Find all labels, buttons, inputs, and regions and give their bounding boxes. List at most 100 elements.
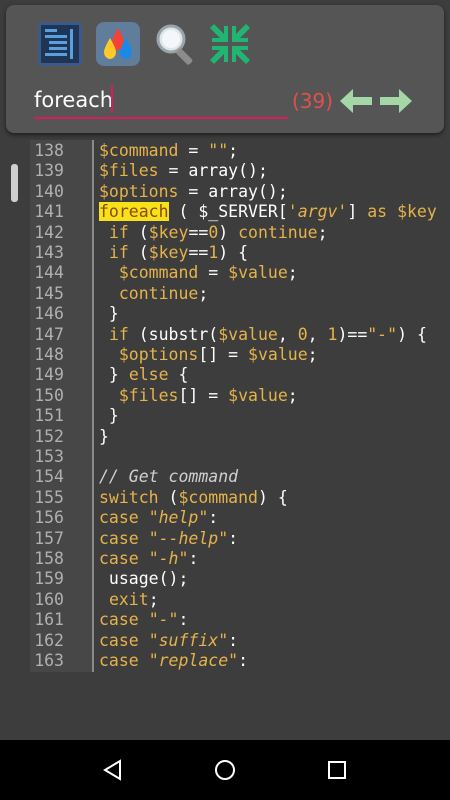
- code-text: foreach ( $_SERVER['argv'] as $key: [99, 202, 437, 222]
- code-text: usage();: [99, 569, 188, 589]
- outline-icon[interactable]: [36, 20, 84, 68]
- code-text: switch ($command) {: [99, 488, 288, 508]
- code-token: ;: [228, 141, 239, 160]
- code-token: 'argv': [287, 202, 348, 222]
- code-token: continue: [118, 283, 199, 303]
- system-navigation-bar: [0, 740, 450, 800]
- code-token: ) {: [218, 243, 249, 262]
- line-number: 141: [34, 202, 64, 222]
- code-token: "suffix": [148, 630, 229, 650]
- code-token: $key: [148, 243, 189, 262]
- code-token: $key: [148, 222, 189, 242]
- code-text: $files = array();: [99, 161, 268, 181]
- code-token: )==: [337, 324, 368, 344]
- line-number: 158: [34, 549, 64, 568]
- code-token: exit: [108, 589, 149, 609]
- code-text: $options = array();: [99, 182, 288, 202]
- previous-match-arrow-icon[interactable]: [338, 86, 374, 116]
- search-toolbar-panel: (39): [6, 5, 444, 133]
- line-number: 154: [34, 467, 64, 487]
- code-token: ;: [287, 263, 298, 283]
- line-number: 148: [34, 345, 64, 364]
- back-icon[interactable]: [100, 757, 126, 783]
- code-token: $files: [118, 385, 179, 405]
- code-text: $options[] = $value;: [99, 345, 318, 365]
- code-text: case "replace":: [99, 651, 248, 671]
- code-token: (substr(: [128, 324, 219, 344]
- code-text: }: [99, 406, 119, 426]
- code-token: else: [128, 365, 169, 385]
- code-token: ): [218, 222, 239, 242]
- code-token: ]: [347, 202, 368, 222]
- recents-icon[interactable]: [324, 757, 350, 783]
- code-token: continue: [238, 222, 318, 242]
- code-token: if: [108, 324, 129, 344]
- line-number: 156: [34, 508, 64, 528]
- code-token: $value: [228, 263, 288, 283]
- code-token: // Get command: [99, 467, 239, 487]
- line-number: 153: [34, 447, 64, 466]
- line-number: 144: [34, 263, 64, 283]
- code-token: 1: [208, 243, 219, 262]
- code-token: case: [99, 651, 139, 670]
- code-token: usage();: [99, 569, 189, 589]
- code-token: ==: [188, 243, 209, 262]
- search-icon[interactable]: [152, 20, 200, 68]
- code-token: {: [168, 365, 189, 385]
- code-token: ) {: [257, 487, 288, 507]
- code-text: }: [99, 304, 119, 324]
- line-number: 155: [34, 487, 64, 507]
- line-number: 161: [34, 610, 64, 630]
- code-token: ( $_SERVER[: [168, 202, 288, 222]
- code-token: :: [238, 651, 249, 670]
- code-token: "help": [148, 508, 209, 528]
- scrollbar-thumb[interactable]: [11, 164, 18, 202]
- code-token: 0: [297, 324, 308, 344]
- line-number: 162: [34, 630, 64, 650]
- code-token: =: [178, 141, 209, 160]
- code-editor[interactable]: 138 $command = ""; 139 $files = array(); 140…: [30, 140, 450, 672]
- code-token: ) {: [397, 324, 427, 344]
- collapse-icon[interactable]: [206, 20, 254, 68]
- code-token: case: [99, 549, 139, 568]
- home-icon[interactable]: [212, 757, 238, 783]
- code-token: $value: [248, 345, 308, 364]
- line-number: 160: [34, 589, 64, 609]
- match-count: (39): [292, 89, 334, 113]
- code-token: ;: [317, 222, 328, 242]
- next-match-arrow-icon[interactable]: [378, 86, 414, 116]
- theme-colors-icon[interactable]: [94, 20, 142, 68]
- code-token: $options: [99, 181, 179, 201]
- code-token: :: [208, 508, 219, 528]
- code-token: =: [198, 263, 229, 283]
- code-token: }: [99, 406, 119, 426]
- search-input[interactable]: [34, 83, 288, 119]
- code-token: = array();: [158, 161, 268, 181]
- line-number: 157: [34, 528, 64, 548]
- code-token: $command: [99, 141, 179, 160]
- code-token: case: [99, 610, 139, 630]
- line-number: 147: [34, 324, 64, 344]
- code-token: $files: [99, 161, 159, 181]
- code-text: case "suffix":: [99, 631, 238, 651]
- code-token: case: [99, 508, 139, 528]
- code-token: (: [128, 222, 149, 242]
- code-token: ==: [188, 222, 209, 242]
- code-token: "--help": [148, 528, 229, 548]
- code-text: case "help":: [99, 508, 218, 528]
- code-text: $files[] = $value;: [99, 386, 298, 406]
- editor-screen: (39) 138 $command = ""; 139 $files = array(…: [0, 0, 450, 800]
- code-token: "replace": [148, 651, 239, 670]
- code-token: }: [99, 304, 119, 324]
